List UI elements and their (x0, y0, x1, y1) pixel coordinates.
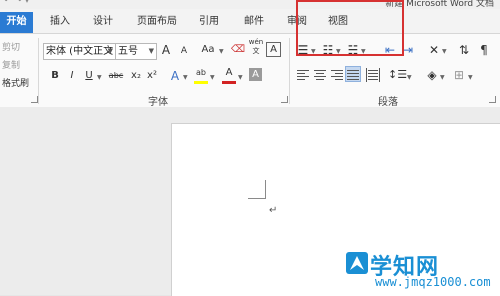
strikethrough-button[interactable]: abc (106, 68, 126, 84)
chevron-down-icon: ▼ (148, 47, 154, 55)
font-dialog-launcher-icon[interactable] (281, 96, 288, 103)
crop-mark-horizontal (248, 198, 266, 199)
highlight-button[interactable]: ab (193, 65, 209, 81)
paragraph-dialog-launcher-icon[interactable] (489, 96, 496, 103)
tab-page-layout[interactable]: 页面布局 (130, 12, 184, 33)
chevron-down-icon: ▼ (97, 74, 102, 81)
justify-button[interactable] (345, 66, 361, 82)
watermark-logo-icon (346, 252, 368, 274)
chevron-down-icon: ▼ (407, 74, 412, 81)
tab-mailings[interactable]: 邮件 (237, 12, 271, 33)
format-painter-button[interactable]: 格式刷 (2, 76, 29, 89)
paragraph-group-label: 段落 (378, 97, 398, 108)
red-highlight-box (296, 0, 404, 56)
enclose-character-icon[interactable]: A (266, 42, 281, 57)
ribbon-tab-bar: 开始 插入 设计 页面布局 引用 邮件 审阅 视图 (0, 9, 500, 33)
group-separator (289, 38, 290, 104)
copy-button[interactable]: 复制 (2, 58, 20, 71)
chevron-down-icon: ▼ (183, 74, 188, 81)
justify-icon (347, 68, 359, 82)
change-case-button[interactable]: Aa (198, 42, 218, 58)
paragraph-mark: ↵ (269, 205, 278, 216)
font-color-swatch (222, 81, 236, 84)
superscript-button[interactable]: x² (144, 68, 160, 84)
font-name-dropdown[interactable]: 宋体 (中文正文 ▼ (43, 43, 116, 60)
chevron-down-icon: ▼ (440, 74, 445, 81)
font-color-label: A (225, 67, 233, 78)
pinyin-top-label: wén (248, 38, 264, 46)
line-spacing-icon[interactable]: ↕☰ (388, 67, 407, 83)
title-bar: ↶ ↷ ▾ 新建 Microsoft Word 文档 (0, 0, 500, 9)
tab-references[interactable]: 引用 (192, 12, 226, 33)
font-size-value: 五号 (118, 46, 138, 57)
quick-access-undo-icon[interactable]: ↶ ↷ ▾ (4, 0, 29, 6)
shrink-font-button[interactable]: A (176, 43, 192, 59)
document-page[interactable] (171, 123, 500, 296)
ribbon: 剪切 复制 格式刷 宋体 (中文正文 ▼ 五号 ▼ A A Aa ▼ ⌫ wén 文 … (0, 33, 500, 108)
watermark-url: www.jmqz1000.com (375, 275, 491, 289)
font-name-value: 宋体 (中文正文 (46, 46, 114, 57)
group-separator (38, 38, 39, 104)
underline-button[interactable]: U (81, 68, 97, 84)
tab-insert[interactable]: 插入 (43, 12, 77, 33)
tab-home[interactable]: 开始 (0, 12, 33, 33)
character-shading-button[interactable]: A (249, 68, 262, 81)
highlight-label: ab (196, 68, 206, 77)
align-center-icon[interactable] (314, 68, 326, 82)
tab-design[interactable]: 设计 (86, 12, 120, 33)
text-effects-button[interactable]: A (167, 68, 183, 84)
chevron-down-icon: ▼ (238, 74, 243, 81)
highlight-color-swatch (194, 81, 208, 84)
italic-button[interactable]: I (64, 68, 80, 84)
bold-button[interactable]: B (47, 68, 63, 84)
chevron-down-icon: ▼ (219, 48, 224, 55)
show-hide-marks-icon[interactable]: ¶ (476, 42, 492, 58)
align-right-icon[interactable] (331, 68, 343, 82)
borders-icon[interactable]: ⊞ (451, 67, 467, 83)
align-left-icon[interactable] (297, 68, 309, 82)
font-group-label: 字体 (148, 97, 168, 108)
chevron-down-icon: ▼ (210, 74, 215, 81)
distributed-icon[interactable] (366, 68, 380, 82)
chevron-down-icon: ▼ (442, 48, 447, 55)
crop-mark-vertical (265, 180, 266, 199)
chevron-down-icon: ▼ (107, 47, 113, 55)
phonetic-guide-button[interactable]: wén 文 (248, 38, 264, 55)
pinyin-bottom-label: 文 (252, 47, 260, 55)
font-size-dropdown[interactable]: 五号 ▼ (115, 43, 157, 60)
cut-button[interactable]: 剪切 (2, 40, 20, 53)
asian-layout-icon[interactable]: ✕ (426, 42, 442, 58)
clear-formatting-icon[interactable]: ⌫ (230, 42, 246, 58)
clipboard-dialog-launcher-icon[interactable] (31, 96, 38, 103)
subscript-button[interactable]: x₂ (128, 68, 144, 84)
shading-bucket-icon[interactable]: ◈ (424, 67, 440, 83)
grow-font-button[interactable]: A (158, 42, 174, 58)
font-color-button[interactable]: A (221, 65, 237, 81)
chevron-down-icon: ▼ (468, 74, 473, 81)
sort-icon[interactable]: ⇅ (456, 42, 472, 58)
